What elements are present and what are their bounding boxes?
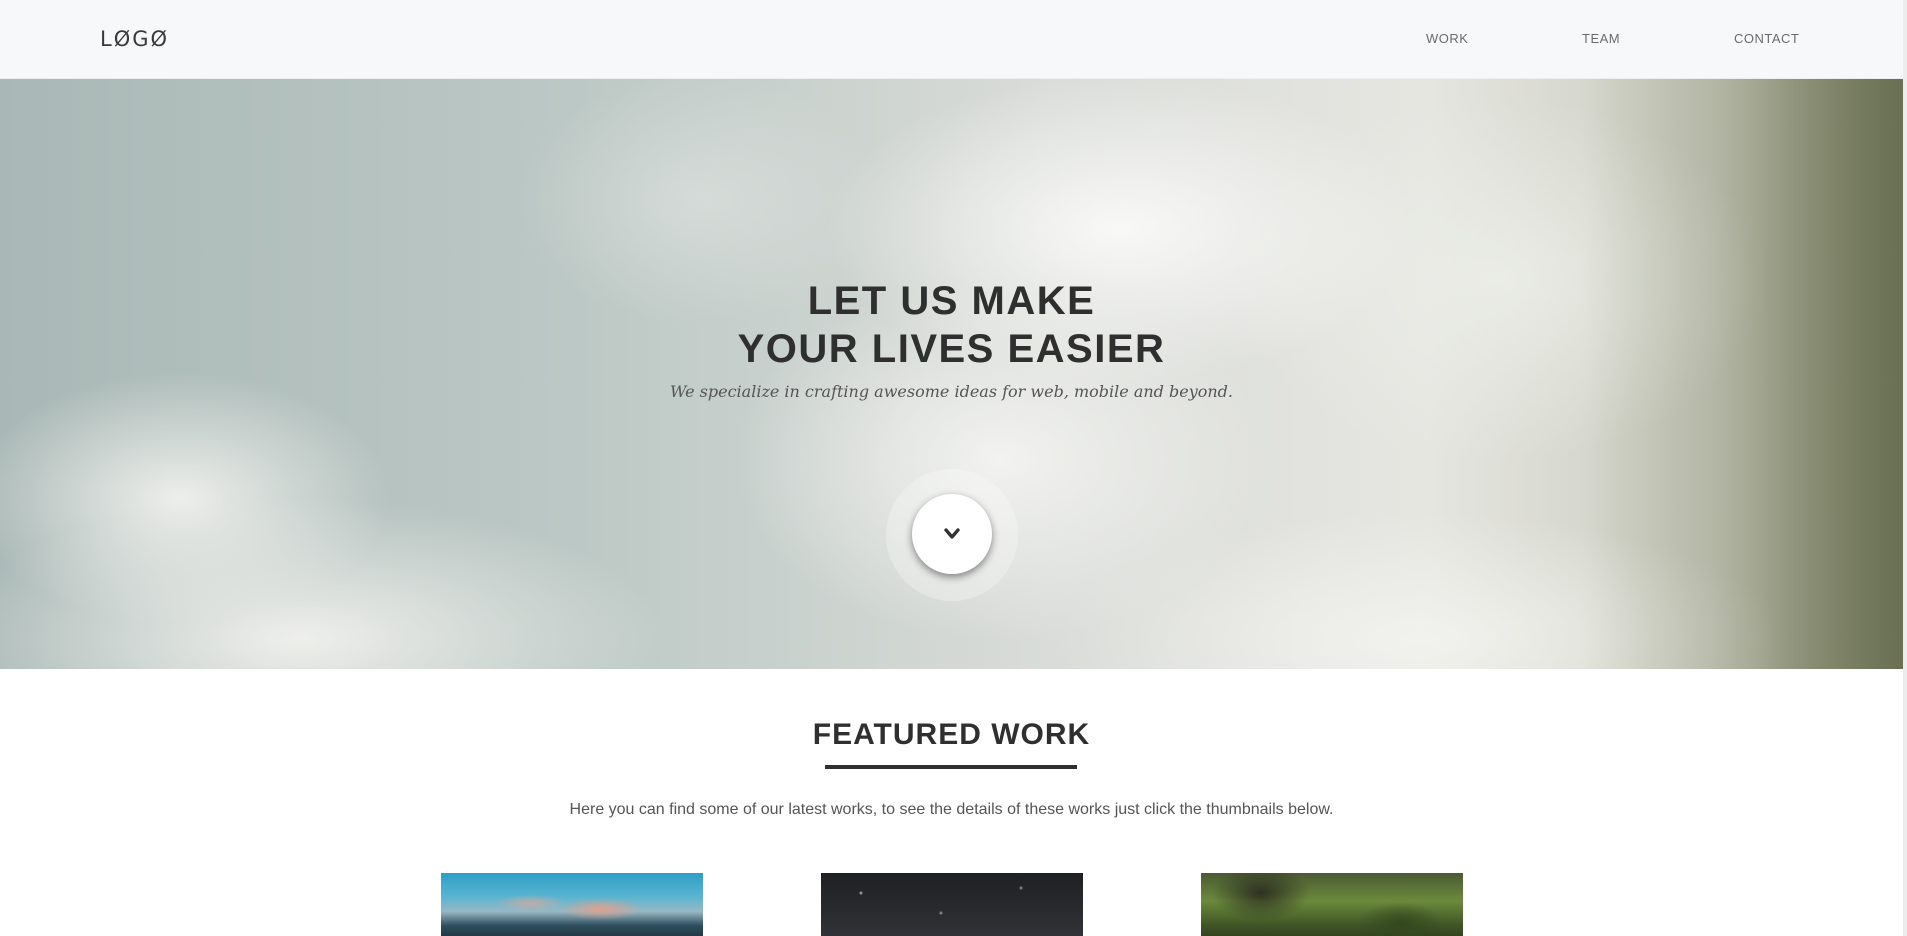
hero-background-shade [1583,79,1903,669]
work-thumbnail-tree[interactable] [1201,873,1463,936]
hero-title-line-1: LET US MAKE [807,278,1096,323]
page-scrollbar[interactable] [1903,0,1907,936]
featured-work-title: FEATURED WORK [812,718,1091,751]
nav-link-contact[interactable]: CONTACT [1734,31,1799,46]
chevron-down-icon [944,528,960,539]
nav-link-work[interactable]: WORK [1426,31,1468,46]
nav-link-team[interactable]: TEAM [1582,31,1620,46]
featured-title-underline [825,765,1077,769]
work-thumbnail-mountains[interactable] [441,873,703,936]
featured-work-description: Here you can find some of our latest wor… [569,801,1334,818]
scroll-down-button[interactable] [912,494,992,574]
hero-section: LET US MAKE YOUR LIVES EASIER We special… [0,79,1903,669]
hero-title-line-2: YOUR LIVES EASIER [737,326,1166,371]
hero-title: LET US MAKE YOUR LIVES EASIER [0,277,1903,373]
work-thumbnail-night-sky[interactable] [821,873,1083,936]
site-header: LØGØ WORK TEAM CONTACT [0,0,1903,79]
page: LØGØ WORK TEAM CONTACT LET US MAKE YOUR … [0,0,1907,936]
hero-subtitle: We specialize in crafting awesome ideas … [669,382,1234,401]
logo[interactable]: LØGØ [100,27,169,51]
